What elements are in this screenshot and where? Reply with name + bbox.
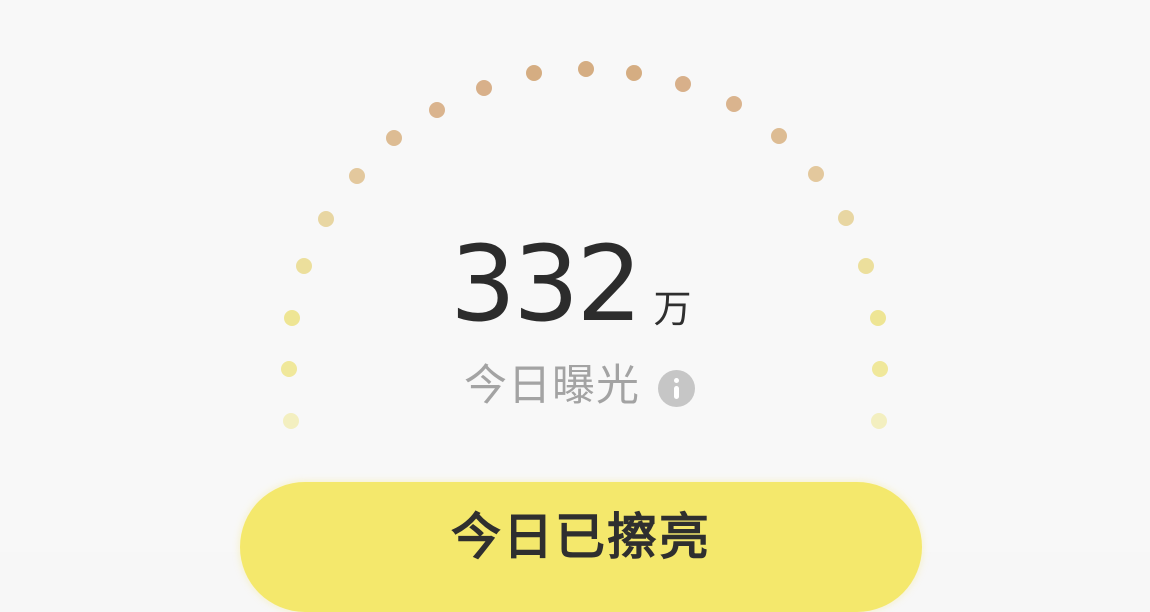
- gauge-dot: [476, 80, 492, 96]
- gauge-dot: [429, 102, 445, 118]
- gauge-dot: [808, 166, 824, 182]
- exposure-card: 332 万 今日曝光 今日已擦亮: [0, 0, 1150, 612]
- gauge-dot: [858, 258, 874, 274]
- exposure-value: 332: [450, 223, 643, 345]
- gauge-dot: [386, 130, 402, 146]
- gauge-dot: [872, 361, 888, 377]
- gauge-dot: [283, 413, 299, 429]
- gauge-dot: [296, 258, 312, 274]
- exposure-unit: 万: [653, 287, 692, 331]
- gauge-dot: [349, 168, 365, 184]
- polish-status-button[interactable]: 今日已擦亮: [240, 482, 922, 612]
- gauge-dot: [526, 65, 542, 81]
- gauge-dot: [771, 128, 787, 144]
- gauge-dot: [318, 211, 334, 227]
- gauge-dot: [578, 61, 594, 77]
- gauge-dot: [838, 210, 854, 226]
- polish-status-label: 今日已擦亮: [451, 508, 711, 566]
- exposure-label: 今日曝光: [464, 361, 640, 411]
- exposure-label-group: 今日曝光: [464, 365, 695, 408]
- gauge-dot: [281, 361, 297, 377]
- gauge-dot: [870, 310, 886, 326]
- gauge-dot: [726, 96, 742, 112]
- gauge-dot: [284, 310, 300, 326]
- gauge-dot: [871, 413, 887, 429]
- gauge-dot: [675, 76, 691, 92]
- info-icon[interactable]: [658, 370, 695, 407]
- exposure-value-group: 332 万: [450, 224, 692, 336]
- gauge-dot: [626, 65, 642, 81]
